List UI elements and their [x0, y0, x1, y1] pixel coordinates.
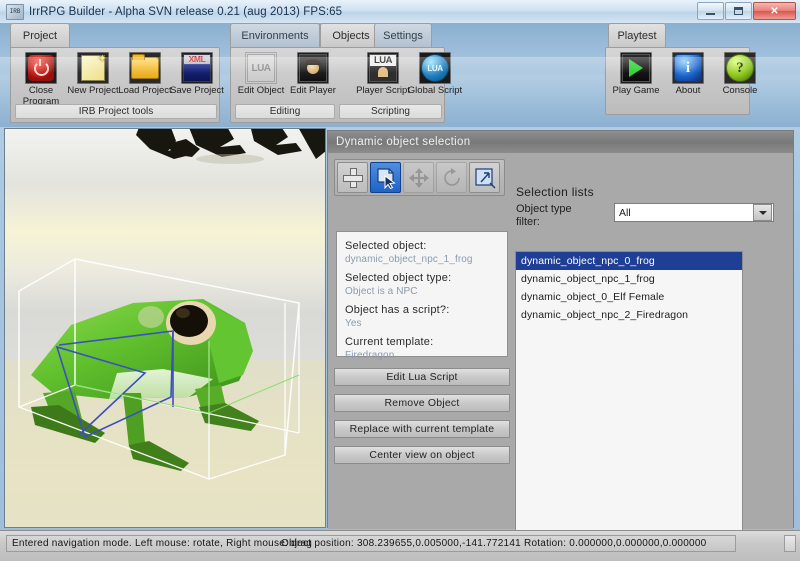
- scripting-group-footer: Scripting: [339, 104, 442, 119]
- cursor-select-icon: [375, 167, 397, 189]
- project-group-footer: IRB Project tools: [15, 104, 217, 119]
- status-object-transform: Object position: 308.239655,0.005000,-14…: [276, 535, 776, 552]
- power-icon: [25, 52, 57, 84]
- question-icon: ?: [724, 52, 756, 84]
- tab-playtest[interactable]: Playtest: [608, 23, 666, 48]
- play-game-label: Play Game: [608, 86, 664, 97]
- about-button[interactable]: i About: [662, 52, 714, 97]
- selected-object-label: Selected object:: [345, 239, 499, 253]
- selected-object-type-value: Object is a NPC: [345, 285, 499, 299]
- object-list[interactable]: dynamic_object_npc_0_frog dynamic_object…: [515, 251, 743, 541]
- close-program-button[interactable]: Close Program: [15, 52, 67, 107]
- selected-object-type-label: Selected object type:: [345, 271, 499, 285]
- info-icon: i: [672, 52, 704, 84]
- dragon-feet-mesh: [130, 128, 326, 177]
- edit-object-label: Edit Object: [233, 86, 289, 97]
- object-tools-toolbar: [334, 159, 505, 196]
- selected-object-value: dynamic_object_npc_1_frog: [345, 253, 499, 267]
- dynamic-object-selection-dialog: Dynamic object selection: [327, 130, 794, 528]
- dialog-body: Selected object: dynamic_object_npc_1_fr…: [328, 153, 793, 529]
- dialog-title: Dynamic object selection: [328, 131, 793, 153]
- app-icon: IRB: [6, 4, 24, 20]
- selection-lists-heading: Selection lists: [516, 185, 594, 199]
- has-script-label: Object has a script?:: [345, 303, 499, 317]
- status-bar: Entered navigation mode. Left mouse: rot…: [0, 530, 800, 561]
- folder-icon: [129, 52, 161, 84]
- ribbon-toolbar: Project Close Program New Project Load P…: [0, 23, 800, 127]
- group-project: Close Program New Project Load Project X…: [10, 47, 220, 123]
- center-view-on-object-button[interactable]: Center view on object: [334, 446, 510, 464]
- edit-player-label: Edit Player: [285, 86, 341, 97]
- player-script-button[interactable]: LUA Player Script: [357, 52, 409, 97]
- new-project-label: New Project: [65, 86, 121, 97]
- edit-player-button[interactable]: Edit Player: [287, 52, 339, 97]
- edit-lua-script-button[interactable]: Edit Lua Script: [334, 368, 510, 386]
- object-type-filter-value: All: [615, 207, 753, 219]
- select-object-tool[interactable]: [370, 162, 401, 193]
- console-label: Console: [712, 86, 768, 97]
- list-item[interactable]: dynamic_object_0_Elf Female: [516, 288, 742, 306]
- xml-save-icon: XML: [181, 52, 213, 84]
- replace-with-template-button[interactable]: Replace with current template: [334, 420, 510, 438]
- scale-icon: [474, 167, 496, 189]
- scale-object-tool[interactable]: [469, 162, 500, 193]
- group-objects: LUA Edit Object Edit Player LUA Player S…: [230, 47, 445, 123]
- rotate-object-tool[interactable]: [436, 162, 467, 193]
- tab-objects[interactable]: Objects: [320, 23, 382, 48]
- rotate-icon: [441, 167, 463, 189]
- load-project-label: Load Project: [117, 86, 173, 97]
- load-project-button[interactable]: Load Project: [119, 52, 171, 107]
- project-button-row: Close Program New Project Load Project X…: [15, 52, 223, 107]
- chevron-down-icon[interactable]: [753, 204, 772, 221]
- play-game-button[interactable]: Play Game: [610, 52, 662, 97]
- player-head-icon: [297, 52, 329, 84]
- new-document-icon: [77, 52, 109, 84]
- lua-edit-object-icon: LUA: [245, 52, 277, 84]
- current-template-label: Current template:: [345, 335, 499, 349]
- 3d-viewport[interactable]: [4, 128, 326, 528]
- global-script-button[interactable]: LUA Global Script: [409, 52, 461, 97]
- title-bar: IRB IrrRPG Builder - Alpha SVN release 0…: [0, 0, 800, 24]
- frog-mesh: [13, 247, 313, 497]
- remove-object-button[interactable]: Remove Object: [334, 394, 510, 412]
- about-label: About: [660, 86, 716, 97]
- group-playtest: Play Game i About ? Console: [605, 47, 750, 115]
- status-resize-grip[interactable]: [784, 535, 796, 552]
- editing-group-footer: Editing: [235, 104, 335, 119]
- global-script-label: Global Script: [407, 86, 463, 97]
- new-project-button[interactable]: New Project: [67, 52, 119, 107]
- has-script-value: Yes: [345, 317, 499, 331]
- tab-environments[interactable]: Environments: [230, 23, 320, 48]
- globe-lua-icon: LUA: [419, 52, 451, 84]
- list-item[interactable]: dynamic_object_npc_2_Firedragon: [516, 306, 742, 324]
- objects-button-row: LUA Edit Object Edit Player LUA Player S…: [235, 52, 461, 97]
- application-window: IRB IrrRPG Builder - Alpha SVN release 0…: [0, 0, 800, 561]
- lua-player-script-icon: LUA: [367, 52, 399, 84]
- selected-object-info-panel: Selected object: dynamic_object_npc_1_fr…: [336, 231, 508, 357]
- tab-project[interactable]: Project: [10, 23, 70, 48]
- add-object-tool[interactable]: [337, 162, 368, 193]
- object-type-filter-label: Object type filter:: [516, 203, 596, 229]
- window-title: IrrRPG Builder - Alpha SVN release 0.21 …: [29, 6, 342, 18]
- maximize-button[interactable]: [725, 2, 752, 20]
- list-item[interactable]: dynamic_object_npc_0_frog: [516, 252, 742, 270]
- move-object-tool[interactable]: [403, 162, 434, 193]
- window-controls: ✕: [697, 2, 796, 20]
- player-script-label: Player Script: [355, 86, 411, 97]
- console-button[interactable]: ? Console: [714, 52, 766, 97]
- current-template-value: Firedragon: [345, 349, 499, 363]
- edit-object-button[interactable]: LUA Edit Object: [235, 52, 287, 97]
- minimize-button[interactable]: [697, 2, 724, 20]
- playtest-button-row: Play Game i About ? Console: [610, 52, 766, 97]
- object-type-filter-select[interactable]: All: [614, 203, 774, 222]
- tab-settings[interactable]: Settings: [374, 23, 432, 48]
- move-arrows-icon: [408, 167, 430, 189]
- list-item[interactable]: dynamic_object_npc_1_frog: [516, 270, 742, 288]
- play-icon: [620, 52, 652, 84]
- save-project-label: Save Project: [169, 86, 225, 97]
- close-button[interactable]: ✕: [753, 2, 796, 20]
- save-project-button[interactable]: XML Save Project: [171, 52, 223, 107]
